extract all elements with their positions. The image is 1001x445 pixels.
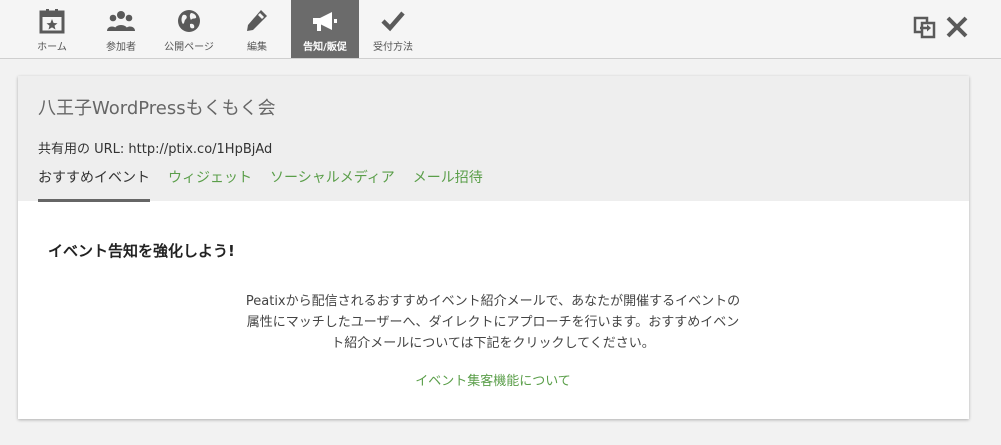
tab-recommended-events[interactable]: おすすめイベント: [38, 168, 150, 202]
promo-description: Peatixから配信されるおすすめイベント紹介メールで、あなたが開催するイベント…: [245, 294, 741, 351]
megaphone-icon: [310, 7, 340, 35]
nav-reception-method-label: 受付方法: [373, 42, 413, 53]
switch-window-button[interactable]: [912, 13, 938, 41]
nav-attendees-label: 参加者: [106, 42, 136, 53]
calendar-star-icon: [37, 7, 67, 35]
nav-public-page[interactable]: 公開ページ: [155, 0, 223, 58]
nav-edit-label: 編集: [247, 42, 267, 53]
users-icon: [106, 7, 136, 35]
nav-attendees[interactable]: 参加者: [91, 0, 151, 58]
nav-home-label: ホーム: [37, 42, 67, 53]
nav-reception-method[interactable]: 受付方法: [362, 0, 424, 58]
pencil-icon: [242, 7, 272, 35]
event-card: 八王子WordPressもくもく会 共有用の URL: http://ptix.…: [18, 76, 969, 419]
tab-email-invite[interactable]: メール招待: [413, 168, 483, 199]
promo-heading: イベント告知を強化しよう!: [48, 242, 235, 260]
event-title: 八王子WordPressもくもく会: [38, 98, 276, 119]
nav-promotion[interactable]: 告知/販促: [291, 0, 359, 58]
nav-home[interactable]: ホーム: [23, 0, 81, 58]
globe-icon: [174, 7, 204, 35]
nav-promotion-label: 告知/販促: [303, 42, 347, 53]
event-card-header: 八王子WordPressもくもく会 共有用の URL: http://ptix.…: [18, 76, 969, 202]
tab-social-media[interactable]: ソーシャルメディア: [270, 168, 395, 199]
top-navigation-bar: ホーム 参加者 公開ページ 編集 告知/販促 受付方法: [0, 0, 1001, 59]
share-url[interactable]: 共有用の URL: http://ptix.co/1HpBjAd: [38, 138, 272, 157]
tab-widget[interactable]: ウィジェット: [168, 168, 252, 199]
close-icon: [945, 15, 969, 39]
close-button[interactable]: [944, 13, 970, 41]
promotion-tabs: おすすめイベント ウィジェット ソーシャルメディア メール招待: [38, 168, 501, 202]
switch-window-icon: [913, 15, 937, 39]
checkmark-icon: [378, 7, 408, 35]
nav-public-page-label: 公開ページ: [164, 42, 214, 53]
promo-feature-link[interactable]: イベント集客機能について: [243, 370, 743, 389]
nav-edit[interactable]: 編集: [232, 0, 282, 58]
